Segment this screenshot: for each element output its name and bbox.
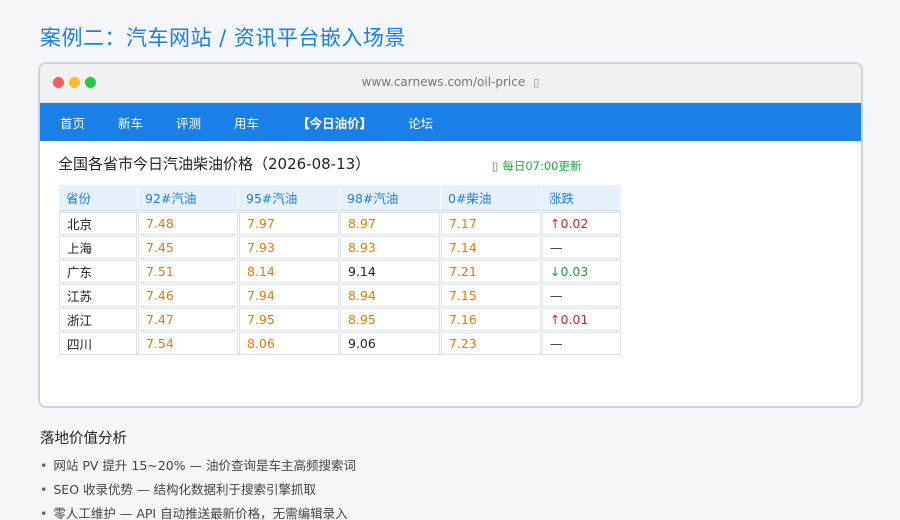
column-header-diesel: 0#柴油 <box>441 185 541 211</box>
browser-window: www.carnews.com/oil-price ▯ 首页 新车 评测 用车 【… <box>38 62 863 408</box>
price-92-cell: 7.46 <box>138 284 238 307</box>
analysis-title: 落地价值分析 <box>40 431 127 447</box>
oil-price-table: 省份 92#汽油 95#汽油 98#汽油 0#柴油 涨跌 北京 7.48 7.9… <box>58 184 622 356</box>
nav-item-new-cars[interactable]: 新车 <box>118 113 143 132</box>
url-text: www.carnews.com/oil-price <box>361 75 526 89</box>
site-navbar: 首页 新车 评测 用车 【今日油价】 论坛 <box>40 103 861 141</box>
bullet-icon: • <box>40 482 48 497</box>
table-row: 北京 7.48 7.97 8.97 7.17 ↑0.02 <box>59 212 621 235</box>
browser-titlebar: www.carnews.com/oil-price ▯ <box>40 64 861 103</box>
province-cell: 浙江 <box>59 308 137 331</box>
column-header-change: 涨跌 <box>542 185 621 211</box>
price-diesel-cell: 7.23 <box>441 332 541 355</box>
nav-item-reviews[interactable]: 评测 <box>176 113 201 132</box>
lock-icon: ▯ <box>533 76 540 89</box>
table-title: 全国各省市今日汽油柴油价格（2026-08-13） <box>58 155 371 173</box>
analysis-section: 落地价值分析 • 网站 PV 提升 15~20% — 油价查询是车主高频搜索词 •… <box>40 427 356 520</box>
table-row: 广东 7.51 8.14 9.14 7.21 ↓0.03 <box>59 260 621 283</box>
price-98-cell: 9.06 <box>340 332 440 355</box>
price-diesel-cell: 7.17 <box>441 212 541 235</box>
bullet-icon: • <box>40 458 48 473</box>
column-header-92: 92#汽油 <box>138 185 238 211</box>
analysis-item-text: SEO 收录优势 — 结构化数据利于搜索引擎抓取 <box>53 482 316 497</box>
price-95-cell: 8.14 <box>239 260 339 283</box>
address-bar[interactable]: www.carnews.com/oil-price ▯ <box>40 75 861 89</box>
price-92-cell: 7.45 <box>138 236 238 259</box>
column-header-province: 省份 <box>59 185 137 211</box>
province-cell: 江苏 <box>59 284 137 307</box>
price-98-cell: 9.14 <box>340 260 440 283</box>
change-cell: — <box>542 332 621 355</box>
nav-item-home[interactable]: 首页 <box>60 113 85 132</box>
price-92-cell: 7.51 <box>138 260 238 283</box>
price-98-cell: 8.95 <box>340 308 440 331</box>
price-95-cell: 8.06 <box>239 332 339 355</box>
province-cell: 北京 <box>59 212 137 235</box>
column-header-98: 98#汽油 <box>340 185 440 211</box>
price-diesel-cell: 7.16 <box>441 308 541 331</box>
clock-icon: ▯ <box>492 159 499 173</box>
table-row: 四川 7.54 8.06 9.06 7.23 — <box>59 332 621 355</box>
price-92-cell: 7.47 <box>138 308 238 331</box>
price-98-cell: 8.97 <box>340 212 440 235</box>
column-header-95: 95#汽油 <box>239 185 339 211</box>
table-row: 江苏 7.46 7.94 8.94 7.15 — <box>59 284 621 307</box>
analysis-item-text: 网站 PV 提升 15~20% — 油价查询是车主高频搜索词 <box>53 458 356 473</box>
price-diesel-cell: 7.15 <box>441 284 541 307</box>
price-95-cell: 7.93 <box>239 236 339 259</box>
change-cell: ↑0.02 <box>542 212 621 235</box>
province-cell: 上海 <box>59 236 137 259</box>
analysis-item-text: 零人工维护 — API 自动推送最新价格，无需编辑录入 <box>53 506 348 520</box>
nav-item-car-use[interactable]: 用车 <box>234 113 259 132</box>
nav-item-forum[interactable]: 论坛 <box>408 113 433 132</box>
change-cell: ↑0.01 <box>542 308 621 331</box>
price-diesel-cell: 7.21 <box>441 260 541 283</box>
main-content: 全国各省市今日汽油柴油价格（2026-08-13） ▯ 每日07:00更新 省份 … <box>40 141 861 356</box>
change-cell: — <box>542 284 621 307</box>
price-98-cell: 8.94 <box>340 284 440 307</box>
table-header-row: 省份 92#汽油 95#汽油 98#汽油 0#柴油 涨跌 <box>59 185 621 211</box>
change-cell: — <box>542 236 621 259</box>
table-row: 浙江 7.47 7.95 8.95 7.16 ↑0.01 <box>59 308 621 331</box>
price-92-cell: 7.54 <box>138 332 238 355</box>
page-heading: 案例二：汽车网站 / 资讯平台嵌入场景 <box>40 26 406 50</box>
price-95-cell: 7.95 <box>239 308 339 331</box>
price-92-cell: 7.48 <box>138 212 238 235</box>
update-note-text: 每日07:00更新 <box>502 159 582 173</box>
price-diesel-cell: 7.14 <box>441 236 541 259</box>
update-note: ▯ 每日07:00更新 <box>492 158 581 174</box>
table-row: 上海 7.45 7.93 8.93 7.14 — <box>59 236 621 259</box>
analysis-item: • SEO 收录优势 — 结构化数据利于搜索引擎抓取 <box>40 479 356 503</box>
analysis-item: • 零人工维护 — API 自动推送最新价格，无需编辑录入 <box>40 503 356 520</box>
change-cell: ↓0.03 <box>542 260 621 283</box>
price-95-cell: 7.97 <box>239 212 339 235</box>
price-95-cell: 7.94 <box>239 284 339 307</box>
analysis-item: • 网站 PV 提升 15~20% — 油价查询是车主高频搜索词 <box>40 455 356 479</box>
nav-item-oil-price[interactable]: 【今日油价】 <box>297 113 372 132</box>
province-cell: 四川 <box>59 332 137 355</box>
price-98-cell: 8.93 <box>340 236 440 259</box>
province-cell: 广东 <box>59 260 137 283</box>
bullet-icon: • <box>40 506 48 520</box>
